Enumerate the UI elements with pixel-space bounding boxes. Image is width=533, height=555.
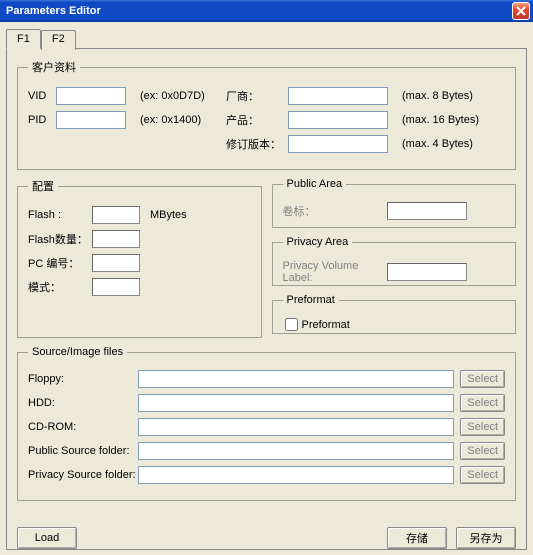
group-config-legend: 配置 xyxy=(28,178,58,194)
group-privacy-area-legend: Privacy Area xyxy=(283,236,353,248)
pid-input[interactable] xyxy=(56,111,126,129)
tab-panel: 客户资料 VID (ex: 0x0D7D) 厂商： (max. 8 Bytes)… xyxy=(6,48,527,550)
preformat-checkbox[interactable] xyxy=(285,318,298,331)
save-as-button[interactable]: 另存为 xyxy=(456,527,516,549)
rev-input[interactable] xyxy=(288,135,388,153)
group-config: 配置 Flash : MBytes Flash数量： PC 编号： xyxy=(17,178,262,338)
hdd-select-button: Select xyxy=(460,394,505,412)
prod-input[interactable] xyxy=(288,111,388,129)
group-preformat: Preformat Preformat xyxy=(272,294,517,334)
hdd-input xyxy=(138,394,454,412)
priv-src-select-button: Select xyxy=(460,466,505,484)
cdrom-label: CD-ROM: xyxy=(28,421,138,433)
flash-qty-label: Flash数量： xyxy=(28,231,92,247)
hdd-label: HDD: xyxy=(28,397,138,409)
prod-label: 产品： xyxy=(226,112,288,128)
close-icon xyxy=(516,6,526,16)
public-vol-input xyxy=(387,202,467,220)
mode-label: 模式： xyxy=(28,279,92,295)
group-preformat-legend: Preformat xyxy=(283,294,339,306)
tab-f1[interactable]: F1 xyxy=(6,29,41,49)
group-source-legend: Source/Image files xyxy=(28,346,127,358)
group-public-area-legend: Public Area xyxy=(283,178,347,190)
pc-input xyxy=(92,254,140,272)
floppy-label: Floppy: xyxy=(28,373,138,385)
cdrom-input xyxy=(138,418,454,436)
vid-label: VID xyxy=(28,90,56,102)
bottom-buttons: Load 存储 另存为 xyxy=(17,527,516,549)
window-title: Parameters Editor xyxy=(6,5,101,17)
public-vol-label: 卷标： xyxy=(283,203,387,219)
pub-src-input xyxy=(138,442,454,460)
rev-label: 修订版本： xyxy=(226,136,288,152)
floppy-select-button: Select xyxy=(460,370,505,388)
mfr-hint: (max. 8 Bytes) xyxy=(402,90,473,102)
group-customer: 客户资料 VID (ex: 0x0D7D) 厂商： (max. 8 Bytes)… xyxy=(17,59,516,170)
pub-src-select-button: Select xyxy=(460,442,505,460)
load-button[interactable]: Load xyxy=(17,527,77,549)
floppy-input xyxy=(138,370,454,388)
titlebar: Parameters Editor xyxy=(0,0,533,22)
mfr-input[interactable] xyxy=(288,87,388,105)
prod-hint: (max. 16 Bytes) xyxy=(402,114,479,126)
close-button[interactable] xyxy=(512,2,530,20)
group-public-area: Public Area 卷标： xyxy=(272,178,517,228)
vid-hint: (ex: 0x0D7D) xyxy=(140,90,226,102)
client-area: F1 F2 客户资料 VID (ex: 0x0D7D) 厂商： (max. 8 … xyxy=(0,22,533,555)
group-customer-legend: 客户资料 xyxy=(28,59,80,75)
flash-label: Flash : xyxy=(28,209,92,221)
priv-src-input xyxy=(138,466,454,484)
privacy-vol-label: Privacy Volume Label: xyxy=(283,260,387,284)
privacy-vol-input xyxy=(387,263,467,281)
preformat-checkbox-label: Preformat xyxy=(302,319,350,331)
mfr-label: 厂商： xyxy=(226,88,288,104)
flash-unit: MBytes xyxy=(150,209,187,221)
pid-label: PID xyxy=(28,114,56,126)
group-source: Source/Image files Floppy: Select HDD: S… xyxy=(17,346,516,501)
pc-label: PC 编号： xyxy=(28,255,92,271)
rev-hint: (max. 4 Bytes) xyxy=(402,138,473,150)
flash-input xyxy=(92,206,140,224)
vid-input[interactable] xyxy=(56,87,126,105)
group-privacy-area: Privacy Area Privacy Volume Label: xyxy=(272,236,517,286)
pid-hint: (ex: 0x1400) xyxy=(140,114,226,126)
tab-f2[interactable]: F2 xyxy=(41,30,76,50)
pub-src-label: Public Source folder: xyxy=(28,445,138,457)
priv-src-label: Privacy Source folder: xyxy=(28,469,138,481)
tabs: F1 F2 xyxy=(6,28,527,48)
save-button[interactable]: 存储 xyxy=(387,527,447,549)
flash-qty-input xyxy=(92,230,140,248)
cdrom-select-button: Select xyxy=(460,418,505,436)
mode-input xyxy=(92,278,140,296)
